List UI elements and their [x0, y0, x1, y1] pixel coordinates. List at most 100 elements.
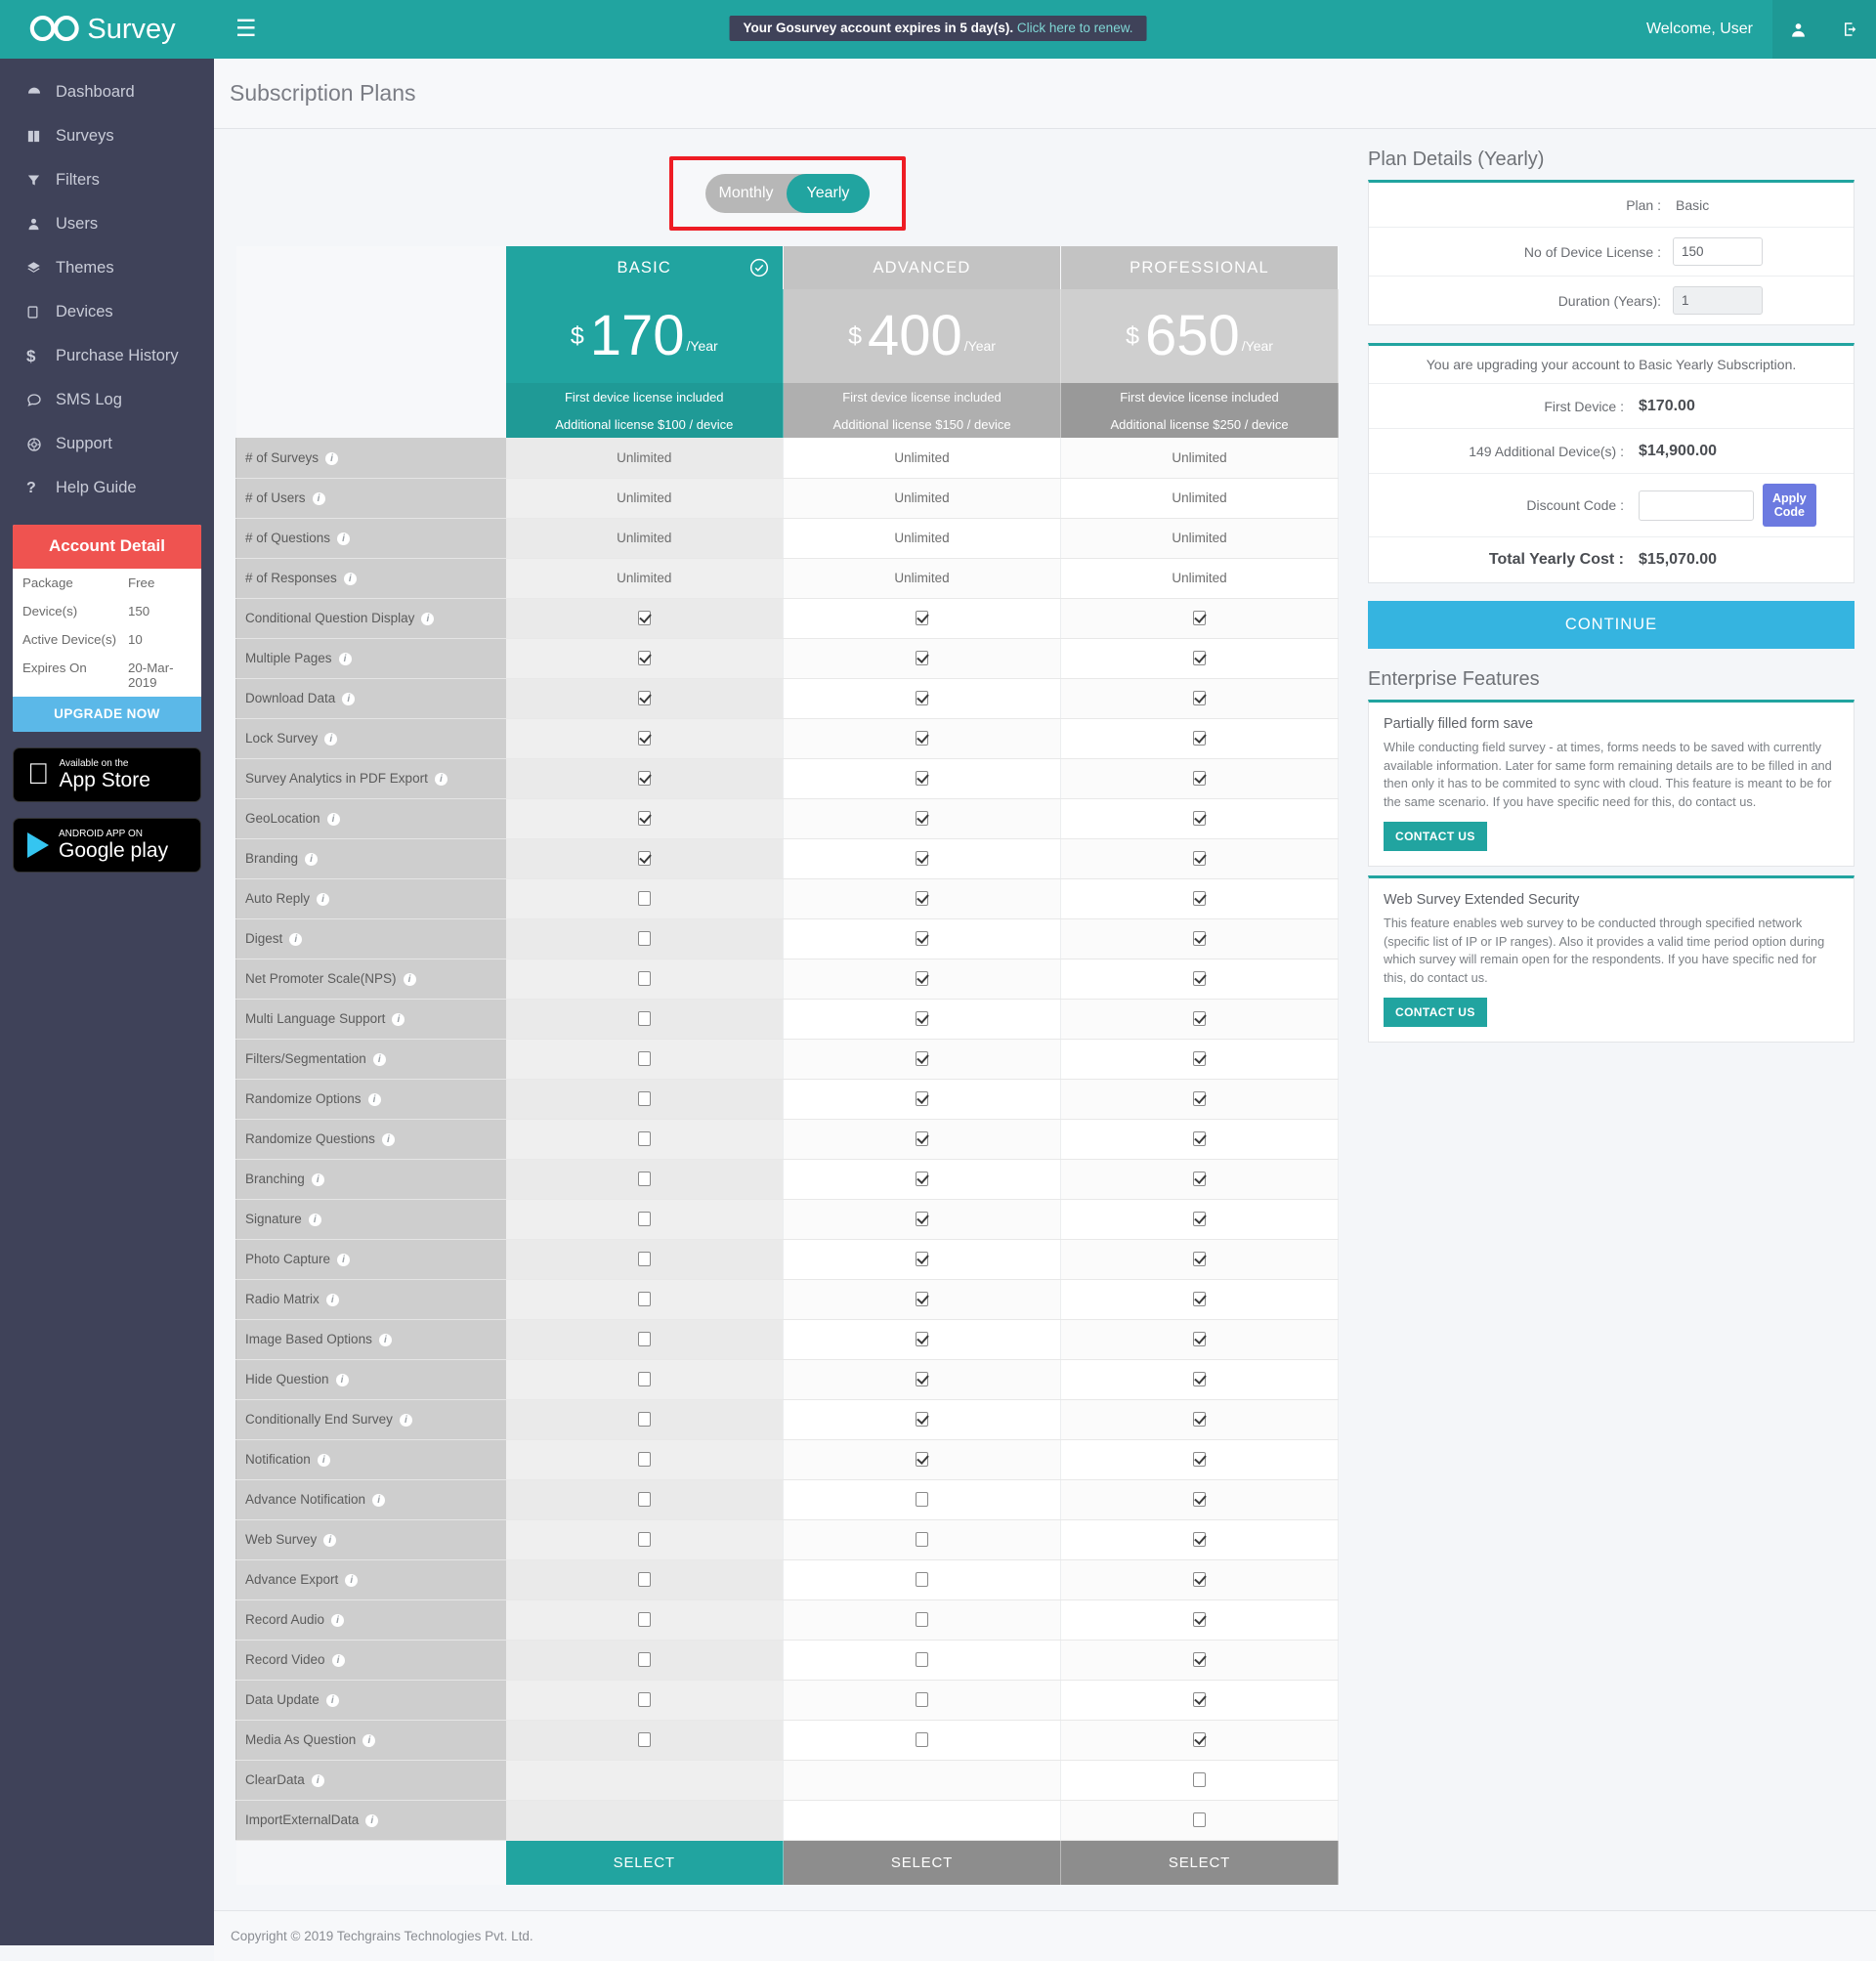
user-icon[interactable] — [1772, 0, 1824, 59]
plan-header-professional[interactable]: PROFESSIONAL — [1060, 246, 1339, 289]
info-icon[interactable]: i — [362, 1734, 376, 1747]
info-icon[interactable]: i — [381, 1133, 395, 1146]
checked-checkbox-icon — [1193, 1172, 1206, 1187]
info-icon[interactable]: i — [343, 573, 357, 585]
info-icon[interactable]: i — [403, 973, 416, 986]
info-icon[interactable]: i — [325, 1694, 339, 1707]
sidebar-item-surveys[interactable]: Surveys — [0, 114, 214, 158]
info-icon[interactable]: i — [434, 773, 448, 786]
first-device-cost-label: First Device : — [1544, 398, 1624, 414]
renew-link[interactable]: Click here to renew. — [1017, 21, 1133, 35]
price-period: /Year — [1241, 337, 1273, 354]
select-button-basic[interactable]: SELECT — [505, 1840, 784, 1885]
select-button-professional[interactable]: SELECT — [1060, 1840, 1339, 1885]
info-icon[interactable]: i — [308, 1214, 321, 1226]
feature-value-cell — [1060, 678, 1339, 719]
feature-label: Record Video — [245, 1652, 325, 1667]
info-icon[interactable]: i — [342, 693, 356, 705]
checked-checkbox-icon — [1193, 1572, 1206, 1588]
info-icon[interactable]: i — [345, 1574, 359, 1587]
unchecked-checkbox-icon — [637, 1131, 651, 1147]
info-icon[interactable]: i — [367, 1093, 381, 1106]
info-icon[interactable]: i — [323, 1534, 337, 1547]
info-icon[interactable]: i — [289, 933, 303, 946]
feature-value-cell — [783, 1479, 1061, 1520]
logout-icon[interactable] — [1824, 0, 1876, 59]
plan-price-basic: $ 170 /Year — [505, 289, 784, 383]
currency-symbol: $ — [570, 322, 584, 351]
info-icon[interactable]: i — [331, 1654, 345, 1667]
info-icon[interactable]: i — [399, 1414, 412, 1427]
feature-value-cell — [1060, 1640, 1339, 1681]
feature-value-cell — [505, 1039, 784, 1080]
sidebar-item-support[interactable]: Support — [0, 422, 214, 466]
info-icon[interactable]: i — [372, 1053, 386, 1066]
checked-checkbox-icon — [1193, 1492, 1206, 1508]
sidebar-item-purchase-history[interactable]: $ Purchase History — [0, 334, 214, 378]
sidebar-item-dashboard[interactable]: Dashboard — [0, 70, 214, 114]
sidebar-item-sms-log[interactable]: SMS Log — [0, 378, 214, 422]
checked-checkbox-icon — [1193, 1732, 1206, 1748]
enterprise-feature-body: While conducting field survey - at times… — [1384, 740, 1832, 809]
info-icon[interactable]: i — [331, 1614, 345, 1627]
info-icon[interactable]: i — [365, 1814, 379, 1827]
duration-input[interactable] — [1673, 286, 1763, 315]
feature-value-cell — [505, 1439, 784, 1480]
info-icon[interactable]: i — [378, 1334, 392, 1346]
contact-us-button[interactable]: CONTACT US — [1384, 998, 1487, 1028]
info-icon[interactable]: i — [311, 1173, 324, 1186]
info-icon[interactable]: i — [312, 492, 325, 505]
device-license-input[interactable] — [1673, 237, 1763, 266]
upgrade-now-button[interactable]: UPGRADE NOW — [13, 697, 201, 732]
plans-column: Monthly Yearly BASIC ADVANCED PROFESSION… — [235, 149, 1339, 1885]
plan-details-title: Plan Details (Yearly) — [1368, 149, 1545, 170]
toggle-option-yearly[interactable]: Yearly — [788, 174, 870, 213]
info-icon[interactable]: i — [372, 1494, 386, 1507]
table-row: Signature i — [235, 1199, 1339, 1240]
info-icon[interactable]: i — [325, 451, 339, 465]
billing-toggle[interactable]: Monthly Yearly — [704, 174, 870, 213]
feature-value-cell: Unlimited — [1060, 438, 1339, 479]
sidebar-item-devices[interactable]: Devices — [0, 290, 214, 334]
select-button-advanced[interactable]: SELECT — [783, 1840, 1061, 1885]
plan-header-advanced[interactable]: ADVANCED — [783, 246, 1061, 289]
info-icon[interactable]: i — [326, 813, 340, 826]
info-icon[interactable]: i — [311, 1774, 324, 1787]
unchecked-checkbox-icon — [637, 891, 651, 907]
account-key: Active Device(s) — [22, 632, 117, 647]
info-icon[interactable]: i — [337, 533, 351, 545]
contact-us-button[interactable]: CONTACT US — [1384, 822, 1487, 852]
google-play-badge[interactable]: ANDROID APP ON Google play — [13, 818, 201, 873]
feature-value-cell — [1060, 1399, 1339, 1440]
info-icon[interactable]: i — [392, 1013, 405, 1026]
hamburger-menu-icon[interactable]: ☰ — [235, 18, 257, 41]
sidebar-item-help-guide[interactable]: ? Help Guide — [0, 466, 214, 510]
sidebar-item-themes[interactable]: Themes — [0, 246, 214, 290]
info-icon[interactable]: i — [337, 1254, 351, 1266]
info-icon[interactable]: i — [324, 733, 338, 746]
checked-checkbox-icon — [1193, 851, 1206, 867]
toggle-option-monthly[interactable]: Monthly — [705, 174, 788, 213]
info-icon[interactable]: i — [317, 893, 330, 906]
discount-code-input[interactable] — [1639, 490, 1754, 521]
sidebar-item-users[interactable]: Users — [0, 202, 214, 246]
info-icon[interactable]: i — [338, 653, 352, 665]
info-icon[interactable]: i — [325, 1294, 339, 1306]
table-row: # of Responses i Unlimited Unlimited Unlimit… — [235, 558, 1339, 599]
device-icon — [26, 306, 56, 319]
continue-button[interactable]: CONTINUE — [1368, 601, 1855, 649]
checked-checkbox-icon — [1193, 691, 1206, 706]
info-icon[interactable]: i — [317, 1454, 330, 1467]
sidebar-item-filters[interactable]: Filters — [0, 158, 214, 202]
plan-header-basic[interactable]: BASIC — [505, 246, 784, 289]
info-icon[interactable]: i — [305, 853, 319, 866]
app-store-badge[interactable]:  Available on the App Store — [13, 747, 201, 802]
feature-value-cell — [1060, 1239, 1339, 1280]
apply-code-button[interactable]: Apply Code — [1763, 484, 1816, 527]
brand-logo-area[interactable]: ⭘⭘ Survey — [0, 0, 214, 59]
dashboard-icon — [26, 85, 56, 101]
info-icon[interactable]: i — [421, 613, 435, 625]
table-row: # of Questions i Unlimited Unlimited Unlimit… — [235, 518, 1339, 559]
info-icon[interactable]: i — [335, 1374, 349, 1386]
plan-label: Plan : — [1626, 196, 1661, 213]
